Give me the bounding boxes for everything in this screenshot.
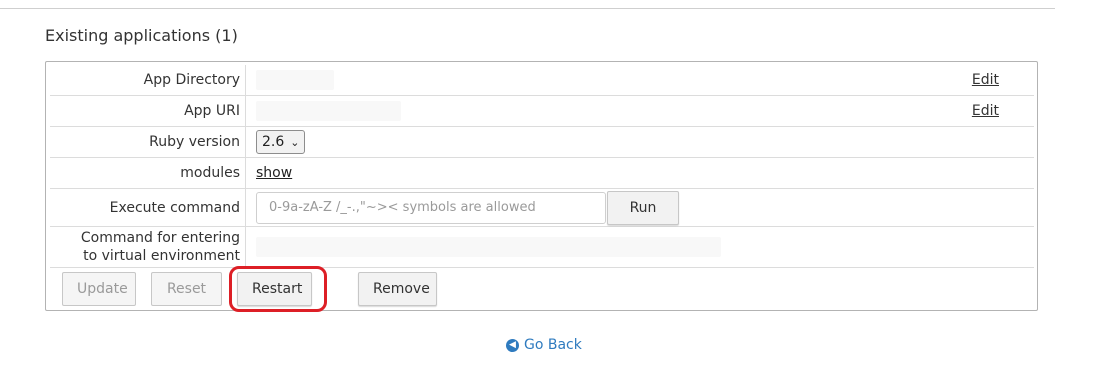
virtual-env-value — [246, 227, 1034, 267]
section-divider — [0, 8, 1055, 9]
ruby-version-selected: 2.6 — [262, 134, 285, 150]
row-ruby-version: Ruby version 2.6 ⌄ — [50, 127, 1034, 158]
application-panel: App Directory Edit App URI Edit Ruby ver… — [45, 61, 1038, 311]
update-button[interactable]: Update — [62, 272, 136, 306]
row-app-directory: App Directory Edit — [50, 65, 1034, 96]
modules-value: show — [246, 158, 1034, 188]
action-bar: Update Reset Restart Remove — [50, 268, 1034, 308]
reset-button[interactable]: Reset — [151, 272, 222, 306]
row-modules: modules show — [50, 158, 1034, 189]
section-title: Existing applications (1) — [45, 26, 238, 45]
run-button[interactable]: Run — [607, 190, 679, 225]
arrow-left-circle-icon: ◀ — [506, 338, 519, 352]
virtual-env-label-line1: Command for entering — [80, 230, 240, 246]
row-virtual-env: Command for entering to virtual environm… — [50, 227, 1034, 268]
ruby-version-label: Ruby version — [50, 127, 246, 157]
virtual-env-redacted — [256, 237, 721, 257]
restart-button[interactable]: Restart — [237, 272, 312, 306]
virtual-env-label-line2: to virtual environment — [83, 248, 240, 264]
virtual-env-label: Command for entering to virtual environm… — [50, 227, 246, 267]
execute-command-label: Execute command — [50, 189, 246, 226]
app-directory-redacted — [256, 70, 334, 90]
row-execute-command: Execute command Run — [50, 189, 1034, 227]
app-uri-label: App URI — [50, 96, 246, 126]
chevron-down-icon: ⌄ — [290, 135, 300, 149]
ruby-version-select[interactable]: 2.6 ⌄ — [256, 130, 306, 154]
remove-button[interactable]: Remove — [358, 272, 437, 306]
app-uri-value — [246, 96, 1034, 126]
ruby-version-value: 2.6 ⌄ — [246, 127, 1034, 157]
app-directory-edit-link[interactable]: Edit — [972, 72, 999, 88]
app-uri-redacted — [256, 101, 401, 121]
row-app-uri: App URI Edit — [50, 96, 1034, 127]
execute-command-value: Run — [246, 189, 1034, 226]
execute-command-input[interactable] — [256, 191, 606, 224]
modules-show-link[interactable]: show — [256, 165, 292, 181]
app-directory-label: App Directory — [50, 65, 246, 95]
app-directory-value — [246, 65, 1034, 95]
modules-label: modules — [50, 158, 246, 188]
app-uri-edit-link[interactable]: Edit — [972, 103, 999, 119]
go-back-link[interactable]: ◀ Go Back — [506, 337, 582, 353]
go-back-label: Go Back — [524, 337, 582, 353]
